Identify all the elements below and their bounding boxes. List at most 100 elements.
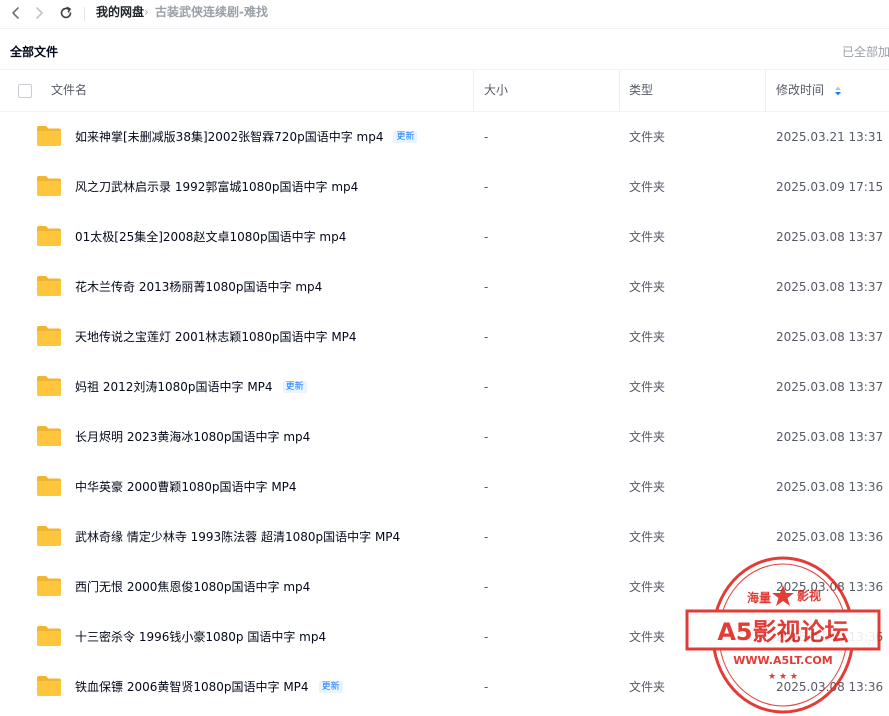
file-name[interactable]: 天地传说之宝莲灯 2001林志颖1080p国语中字 MP4 — [75, 312, 357, 362]
folder-icon — [37, 326, 61, 346]
file-modified: 2025.03.21 13:31 — [776, 130, 884, 144]
file-name[interactable]: 十三密杀令 1996钱小豪1080p 国语中字 mp4 — [75, 612, 326, 662]
file-modified: 2025.03.08 13:36 — [776, 480, 884, 494]
chevron-right-icon — [36, 7, 43, 19]
file-size: - — [484, 680, 489, 694]
forward-button[interactable] — [29, 3, 49, 23]
file-type: 文件夹 — [629, 680, 666, 694]
column-divider — [765, 70, 766, 111]
file-name[interactable]: 铁血保镖 2006黄智贤1080p国语中字 MP4 更新 — [75, 662, 343, 712]
file-name[interactable]: 武林奇缘 情定少林寺 1993陈法蓉 超清1080p国语中字 MP4 — [75, 512, 400, 562]
file-name-text: 如来神掌[未删减版38集]2002张智霖720p国语中字 mp4 — [75, 130, 384, 144]
chevron-left-icon — [12, 7, 19, 19]
file-name[interactable]: 风之刀武林启示录 1992郭富城1080p国语中字 mp4 — [75, 162, 358, 212]
file-type: 文件夹 — [629, 230, 666, 244]
breadcrumb-root[interactable]: 我的网盘 — [96, 5, 144, 19]
file-name-text: 长月烬明 2023黄海冰1080p国语中字 mp4 — [75, 430, 311, 444]
file-size: - — [484, 580, 489, 594]
folder-icon — [37, 426, 61, 446]
folder-icon — [37, 576, 61, 596]
back-button[interactable] — [6, 3, 26, 23]
table-row[interactable]: 武林奇缘 情定少林寺 1993陈法蓉 超清1080p国语中字 MP4 - 文件夹 20… — [0, 512, 889, 562]
file-name[interactable]: 妈祖 2012刘涛1080p国语中字 MP4 更新 — [75, 362, 307, 412]
sort-icon[interactable] — [834, 85, 842, 97]
file-modified: 2025.03.08 13:37 — [776, 230, 884, 244]
file-name-text: 妈祖 2012刘涛1080p国语中字 MP4 — [75, 380, 273, 394]
update-badge: 更新 — [282, 380, 307, 393]
file-name[interactable]: 如来神掌[未删减版38集]2002张智霖720p国语中字 mp4 更新 — [75, 112, 418, 162]
file-modified: 2025.03.08 13:36 — [776, 680, 884, 694]
file-modified: 2025.03.08 13:36 — [776, 630, 884, 644]
table-row[interactable]: 铁血保镖 2006黄智贤1080p国语中字 MP4 更新 - 文件夹 2025.03.0… — [0, 662, 889, 712]
file-name-text: 中华英豪 2000曹颖1080p国语中字 MP4 — [75, 480, 297, 494]
table-header: 文件名 大小 类型 修改时间 — [0, 70, 889, 112]
page-title: 全部文件 — [10, 45, 59, 59]
file-size: - — [484, 180, 489, 194]
file-type: 文件夹 — [629, 130, 666, 144]
column-header-modified[interactable]: 修改时间 — [776, 70, 842, 111]
file-name-text: 铁血保镖 2006黄智贤1080p国语中字 MP4 — [75, 680, 309, 694]
folder-icon — [37, 226, 61, 246]
file-name-text: 西门无恨 2000焦恩俊1080p国语中字 mp4 — [75, 580, 311, 594]
refresh-button[interactable] — [56, 3, 76, 23]
breadcrumb-separator: › — [144, 5, 149, 19]
file-size: - — [484, 630, 489, 644]
file-modified: 2025.03.09 17:15 — [776, 180, 884, 194]
folder-icon — [37, 526, 61, 546]
file-type: 文件夹 — [629, 580, 666, 594]
column-divider — [619, 70, 620, 111]
table-row[interactable]: 如来神掌[未删减版38集]2002张智霖720p国语中字 mp4 更新 - 文件夹 20… — [0, 112, 889, 162]
file-name[interactable]: 西门无恨 2000焦恩俊1080p国语中字 mp4 — [75, 562, 310, 612]
file-modified: 2025.03.08 13:36 — [776, 580, 884, 594]
file-name[interactable]: 中华英豪 2000曹颖1080p国语中字 MP4 — [75, 462, 297, 512]
breadcrumb-current: 古装武侠连续剧-难找 — [155, 5, 268, 19]
file-type: 文件夹 — [629, 180, 666, 194]
file-modified: 2025.03.08 13:37 — [776, 330, 884, 344]
file-type: 文件夹 — [629, 280, 666, 294]
file-type: 文件夹 — [629, 530, 666, 544]
file-size: - — [484, 430, 489, 444]
file-size: - — [484, 380, 489, 394]
table-row[interactable]: 天地传说之宝莲灯 2001林志颖1080p国语中字 MP4 - 文件夹 2025.03… — [0, 312, 889, 362]
select-all-checkbox[interactable] — [18, 84, 32, 98]
file-type: 文件夹 — [629, 630, 666, 644]
file-type: 文件夹 — [629, 330, 666, 344]
update-badge: 更新 — [318, 680, 343, 693]
file-name[interactable]: 花木兰传奇 2013杨丽菁1080p国语中字 mp4 — [75, 262, 322, 312]
update-badge: 更新 — [393, 130, 418, 143]
column-divider — [473, 70, 474, 111]
folder-icon — [37, 126, 61, 146]
folder-icon — [37, 676, 61, 696]
file-name-text: 风之刀武林启示录 1992郭富城1080p国语中字 mp4 — [75, 180, 359, 194]
file-type: 文件夹 — [629, 430, 666, 444]
table-row[interactable]: 风之刀武林启示录 1992郭富城1080p国语中字 mp4 - 文件夹 2025.03… — [0, 162, 889, 212]
table-row[interactable]: 西门无恨 2000焦恩俊1080p国语中字 mp4 - 文件夹 2025.03.08 … — [0, 562, 889, 612]
file-name-text: 天地传说之宝莲灯 2001林志颖1080p国语中字 MP4 — [75, 330, 357, 344]
top-nav-bar: 我的网盘 › 古装武侠连续剧-难找 — [0, 0, 889, 29]
file-name[interactable]: 01太极[25集全]2008赵文卓1080p国语中字 mp4 — [75, 212, 346, 262]
folder-icon — [37, 276, 61, 296]
file-size: - — [484, 330, 489, 344]
column-header-size[interactable]: 大小 — [484, 70, 508, 111]
table-row[interactable]: 十三密杀令 1996钱小豪1080p 国语中字 mp4 - 文件夹 2025.03.0… — [0, 612, 889, 662]
column-header-modified-label: 修改时间 — [776, 83, 825, 97]
table-row[interactable]: 中华英豪 2000曹颖1080p国语中字 MP4 - 文件夹 2025.03.08 1… — [0, 462, 889, 512]
file-type: 文件夹 — [629, 380, 666, 394]
file-modified: 2025.03.08 13:37 — [776, 380, 884, 394]
column-header-name[interactable]: 文件名 — [51, 70, 87, 111]
loaded-status: 已全部加 — [842, 45, 889, 59]
table-row[interactable]: 01太极[25集全]2008赵文卓1080p国语中字 mp4 - 文件夹 2025.0… — [0, 212, 889, 262]
table-row[interactable]: 花木兰传奇 2013杨丽菁1080p国语中字 mp4 - 文件夹 2025.03.08… — [0, 262, 889, 312]
column-header-type[interactable]: 类型 — [629, 70, 653, 111]
file-size: - — [484, 480, 489, 494]
file-size: - — [484, 280, 489, 294]
refresh-icon — [60, 6, 72, 19]
file-name[interactable]: 长月烬明 2023黄海冰1080p国语中字 mp4 — [75, 412, 310, 462]
file-name-text: 01太极[25集全]2008赵文卓1080p国语中字 mp4 — [75, 230, 347, 244]
file-name-text: 花木兰传奇 2013杨丽菁1080p国语中字 mp4 — [75, 280, 323, 294]
table-row[interactable]: 妈祖 2012刘涛1080p国语中字 MP4 更新 - 文件夹 2025.03.08 1… — [0, 362, 889, 412]
file-size: - — [484, 230, 489, 244]
table-row[interactable]: 长月烬明 2023黄海冰1080p国语中字 mp4 - 文件夹 2025.03.08 … — [0, 412, 889, 462]
file-toolbar: 全部文件 已全部加 — [0, 29, 889, 70]
folder-icon — [37, 626, 61, 646]
